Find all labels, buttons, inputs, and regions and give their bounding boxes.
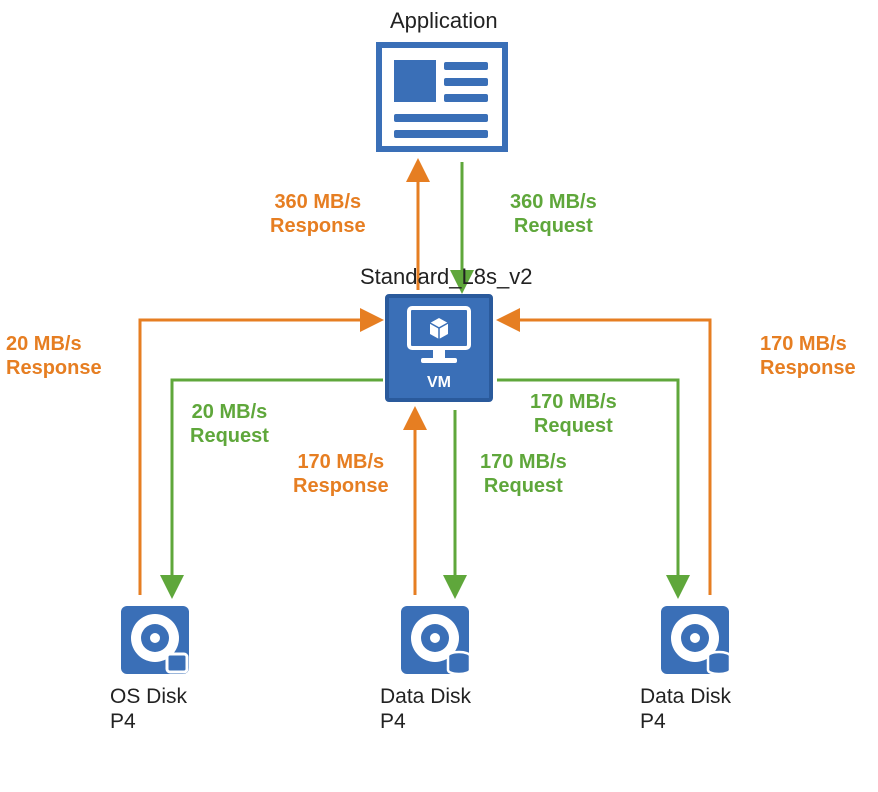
monitor-icon	[389, 302, 489, 372]
application-title: Application	[390, 8, 498, 34]
datadisk2-request-label: 170 MB/sRequest	[530, 390, 617, 438]
datadisk1-response-label: 170 MB/sResponse	[293, 450, 389, 498]
data-disk-2-icon	[655, 600, 735, 680]
vm-title: Standard_L8s_v2	[360, 264, 532, 290]
data-disk-1-title: Data DiskP4	[380, 684, 471, 734]
application-icon	[376, 42, 508, 152]
hdd-icon	[655, 600, 735, 680]
osdisk-request-label: 20 MB/sRequest	[190, 400, 269, 448]
app-vm-response-label: 360 MB/sResponse	[270, 190, 366, 238]
data-disk-1-icon	[395, 600, 475, 680]
datadisk1-request-label: 170 MB/sRequest	[480, 450, 567, 498]
vm-node: VM	[385, 294, 493, 402]
os-disk-title: OS DiskP4	[110, 684, 187, 734]
vm-label: VM	[389, 374, 489, 392]
hdd-icon	[395, 600, 475, 680]
hdd-icon	[115, 600, 195, 680]
osdisk-response-label: 20 MB/sResponse	[6, 332, 102, 380]
datadisk2-response-label: 170 MB/sResponse	[760, 332, 856, 380]
os-disk-icon	[115, 600, 195, 680]
app-vm-request-label: 360 MB/sRequest	[510, 190, 597, 238]
data-disk-2-title: Data DiskP4	[640, 684, 731, 734]
